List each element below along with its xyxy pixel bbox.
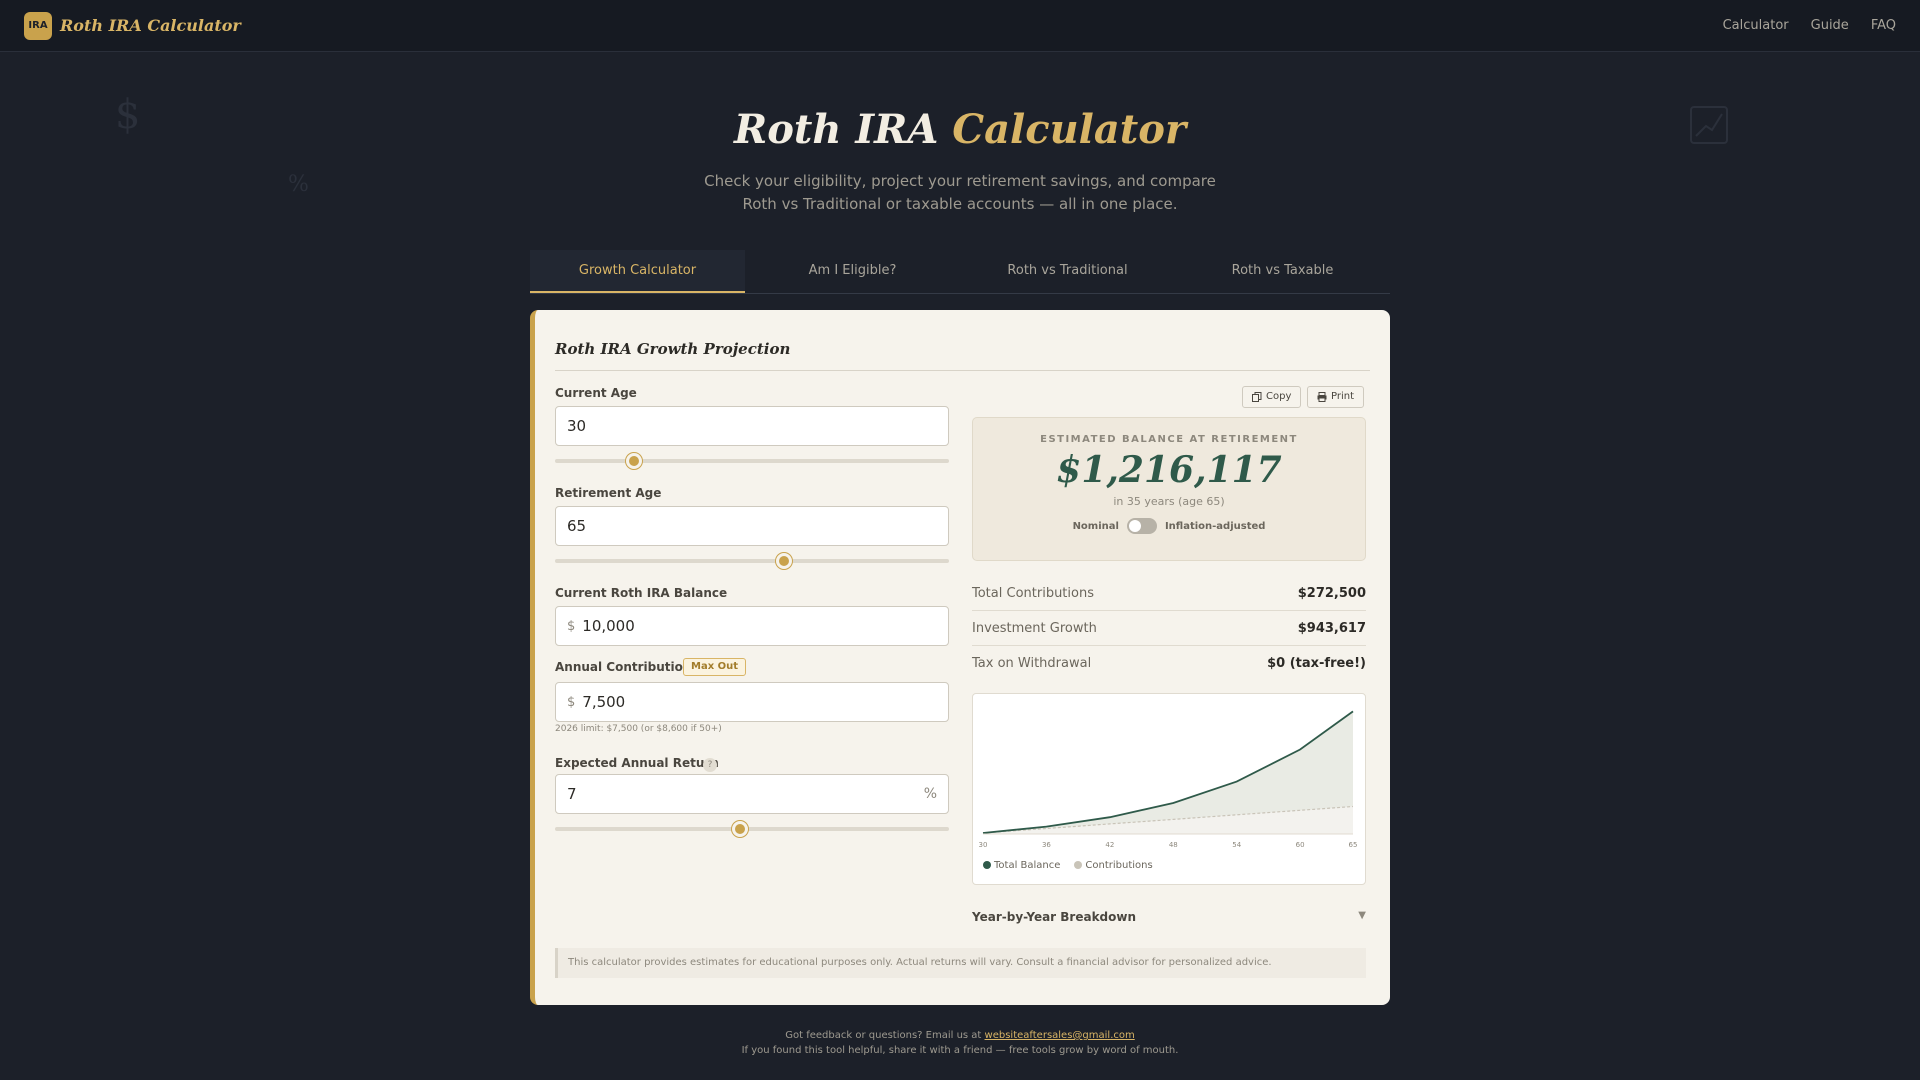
max-out-button[interactable]: Max Out xyxy=(683,658,747,676)
x-tick-label: 54 xyxy=(1232,841,1241,849)
card-title: Roth IRA Growth Projection xyxy=(555,340,1370,371)
retirement-age-label: Retirement Age xyxy=(555,486,662,500)
inflation-toggle-row: Nominal Inflation-adjusted xyxy=(973,518,1365,534)
copy-button[interactable]: Copy xyxy=(1242,386,1302,408)
footer-line-1: Got feedback or questions? Email us at w… xyxy=(0,1028,1920,1043)
stat-label: Total Contributions xyxy=(972,585,1094,601)
return-slider-thumb[interactable] xyxy=(732,821,749,837)
subtitle-line-1: Check your eligibility, project your ret… xyxy=(704,172,1216,190)
current-age-slider-thumb[interactable] xyxy=(625,453,642,469)
percent-suffix: % xyxy=(923,786,937,802)
logo-badge[interactable]: IRA xyxy=(24,11,52,40)
current-age-label: Current Age xyxy=(555,386,637,400)
x-tick-label: 48 xyxy=(1169,841,1178,849)
x-tick-label: 30 xyxy=(979,841,988,849)
footer: Got feedback or questions? Email us at w… xyxy=(0,1028,1920,1058)
top-bar: IRA Roth IRA Calculator Calculator Guide… xyxy=(0,0,1920,52)
printer-icon xyxy=(1317,392,1327,402)
copy-icon xyxy=(1252,392,1262,402)
current-age-slider[interactable] xyxy=(555,453,949,469)
breakdown-label: Year-by-Year Breakdown xyxy=(972,910,1137,924)
nav-guide[interactable]: Guide xyxy=(1811,18,1849,33)
retirement-age-slider-thumb[interactable] xyxy=(775,553,792,569)
title-main: Roth IRA xyxy=(733,106,939,153)
stat-row: Total Contributions $272,500 xyxy=(972,576,1366,611)
return-value: 7 xyxy=(567,785,577,803)
contribution-prefix: $ xyxy=(567,694,576,710)
contribution-input[interactable]: $ 7,500 xyxy=(555,682,949,722)
stat-row: Investment Growth $943,617 xyxy=(972,611,1366,646)
disclaimer: This calculator provides estimates for e… xyxy=(555,948,1366,978)
stat-label: Investment Growth xyxy=(972,620,1097,636)
toggle-inflation-label: Inflation-adjusted xyxy=(1164,520,1266,532)
x-tick-label: 60 xyxy=(1296,841,1305,849)
result-label: ESTIMATED BALANCE AT RETIREMENT xyxy=(1040,434,1298,445)
current-age-input[interactable]: 30 xyxy=(555,406,949,446)
contribution-hint: 2026 limit: $7,500 (or $8,600 if 50+) xyxy=(555,724,722,734)
tab-roth-vs-taxable[interactable]: Roth vs Taxable xyxy=(1175,250,1390,293)
stat-value: $943,617 xyxy=(1297,620,1366,636)
stat-value: $272,500 xyxy=(1297,585,1366,601)
result-subtext: in 35 years (age 65) xyxy=(1113,495,1225,508)
growth-chart-svg: 30 36 42 48 54 60 65 xyxy=(979,710,1358,849)
footer-feedback-text: Got feedback or questions? Email us at xyxy=(785,1030,985,1041)
balance-value: 10,000 xyxy=(582,617,635,635)
chevron-down-icon: ▼ xyxy=(1358,910,1366,921)
balance-label: Current Roth IRA Balance xyxy=(555,586,728,600)
legend-total-balance: Total Balance xyxy=(983,860,1060,871)
return-input[interactable]: 7 % xyxy=(555,774,949,814)
current-age-value: 30 xyxy=(567,417,587,435)
contribution-label: Annual Contribution xyxy=(555,660,692,674)
retirement-age-slider[interactable] xyxy=(555,553,949,569)
chart-legend: Total Balance Contributions xyxy=(983,860,1153,871)
toggle-nominal-label: Nominal xyxy=(1072,520,1119,532)
print-label: Print xyxy=(1331,391,1355,402)
nav-calculator[interactable]: Calculator xyxy=(1723,18,1789,33)
return-slider[interactable] xyxy=(555,821,949,837)
subtitle-line-2: Roth vs Traditional or taxable accounts … xyxy=(742,195,1178,213)
stat-value: $0 (tax-free!) xyxy=(1267,656,1366,671)
help-icon[interactable]: ? xyxy=(703,758,717,772)
tab-growth-calculator[interactable]: Growth Calculator xyxy=(530,250,745,293)
main-nav: Calculator Guide FAQ xyxy=(1723,18,1896,33)
result-value: $1,216,117 xyxy=(1056,449,1282,491)
nav-faq[interactable]: FAQ xyxy=(1871,18,1896,33)
balance-input[interactable]: $ 10,000 xyxy=(555,606,949,646)
contribution-value: 7,500 xyxy=(582,693,626,711)
calculator-tabs: Growth Calculator Am I Eligible? Roth vs… xyxy=(530,250,1390,294)
retirement-age-input[interactable]: 65 xyxy=(555,506,949,546)
x-tick-label: 36 xyxy=(1042,841,1051,849)
x-tick-label: 42 xyxy=(1105,841,1114,849)
page-subtitle: Check your eligibility, project your ret… xyxy=(0,170,1920,216)
logo-text[interactable]: Roth IRA Calculator xyxy=(60,16,241,35)
x-tick-label: 65 xyxy=(1349,841,1358,849)
stat-row: Tax on Withdrawal $0 (tax-free!) xyxy=(972,646,1366,681)
growth-projection-card: Roth IRA Growth Projection Current Age 3… xyxy=(530,310,1390,1005)
tab-eligibility[interactable]: Am I Eligible? xyxy=(745,250,960,293)
balance-prefix: $ xyxy=(567,618,576,634)
return-label: Expected Annual Return xyxy=(555,756,719,770)
result-box: ESTIMATED BALANCE AT RETIREMENT $1,216,1… xyxy=(972,417,1366,561)
footer-line-2: If you found this tool helpful, share it… xyxy=(741,1045,1179,1056)
footer-email-link[interactable]: websiteaftersales@gmail.com xyxy=(985,1030,1135,1041)
year-by-year-breakdown-toggle[interactable]: Year-by-Year Breakdown ▼ xyxy=(972,910,1366,924)
tab-roth-vs-traditional[interactable]: Roth vs Traditional xyxy=(960,250,1175,293)
copy-label: Copy xyxy=(1266,391,1292,402)
inflation-toggle[interactable] xyxy=(1126,518,1157,534)
stat-label: Tax on Withdrawal xyxy=(972,656,1092,671)
legend-contributions: Contributions xyxy=(1074,860,1153,871)
print-button[interactable]: Print xyxy=(1307,386,1365,408)
page-title: Roth IRA Calculator xyxy=(0,106,1920,153)
growth-chart: 30 36 42 48 54 60 65 Total Balance Contributio… xyxy=(972,693,1366,885)
retirement-age-value: 65 xyxy=(567,517,587,535)
title-accent: Calculator xyxy=(952,106,1187,153)
